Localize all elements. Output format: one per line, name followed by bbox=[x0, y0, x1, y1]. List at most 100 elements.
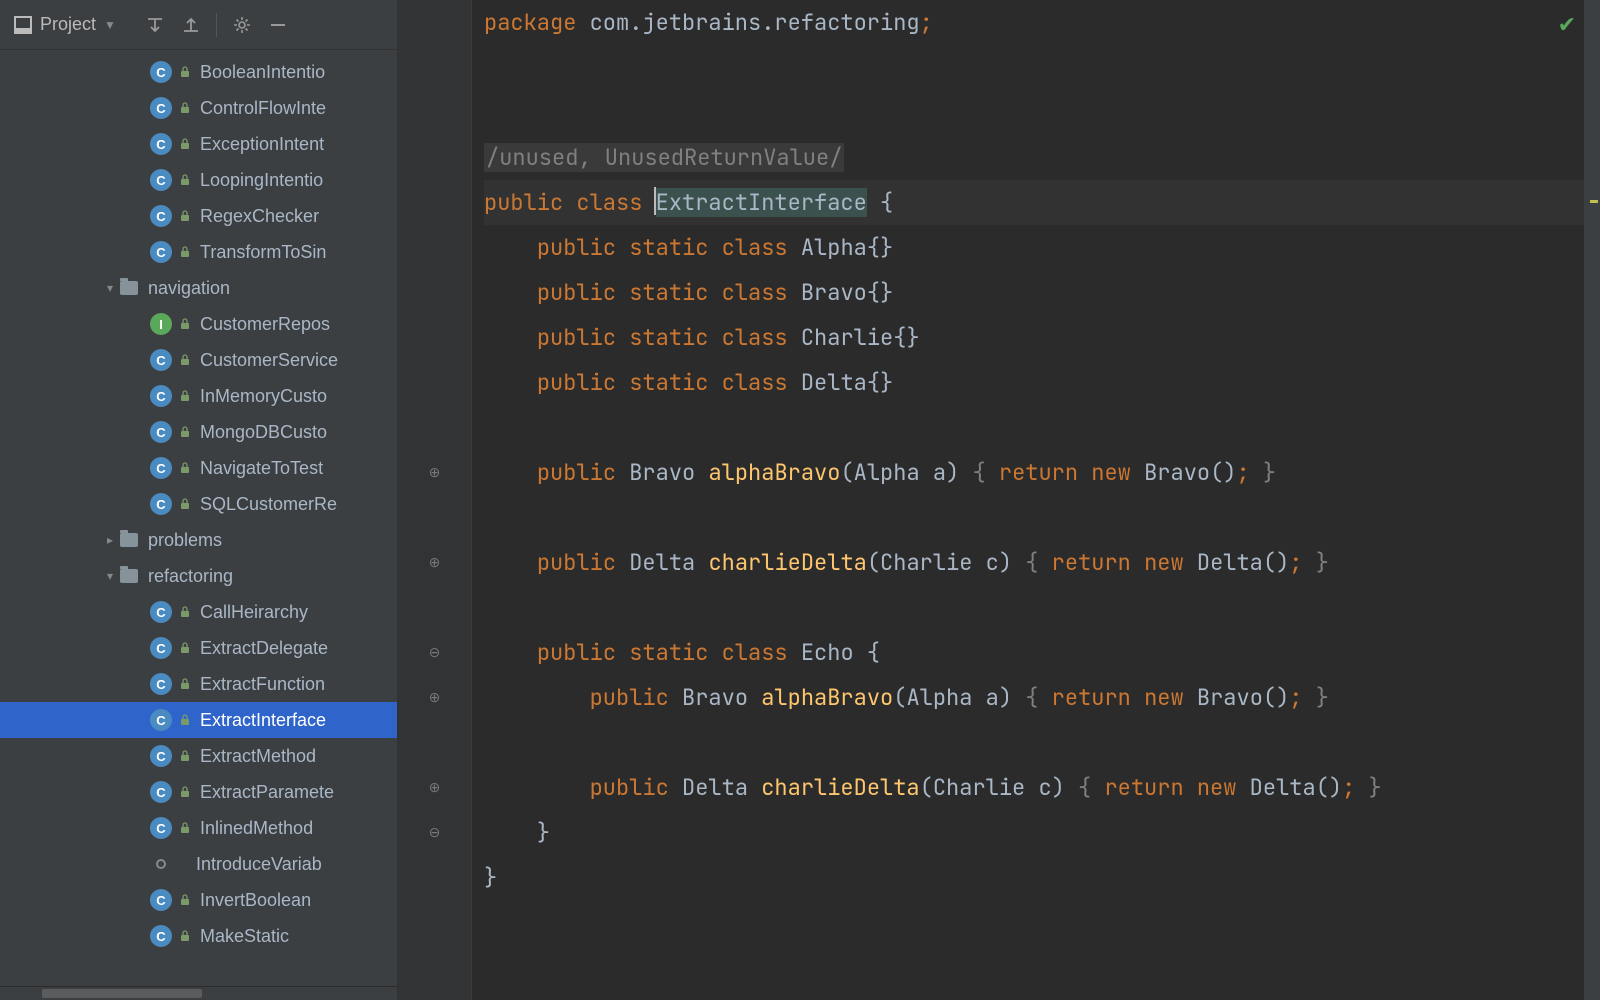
warning-marker-icon bbox=[1590, 200, 1598, 203]
tree-item-invertboolean[interactable]: CInvertBoolean bbox=[0, 882, 397, 918]
project-selector[interactable]: Project ▼ bbox=[8, 10, 122, 39]
code-line[interactable] bbox=[484, 45, 1584, 90]
code-line[interactable]: public Bravo alphaBravo(Alpha a) { retur… bbox=[484, 450, 1584, 495]
code-line[interactable]: public static class Alpha{} bbox=[484, 225, 1584, 270]
lock-icon bbox=[178, 822, 192, 834]
lock-icon bbox=[178, 750, 192, 762]
code-line[interactable]: public Delta charlieDelta(Charlie c) { r… bbox=[484, 540, 1584, 585]
tree-item-refactoring[interactable]: ▾refactoring bbox=[0, 558, 397, 594]
collapse-all-button[interactable] bbox=[176, 10, 206, 40]
tree-item-problems[interactable]: ▸problems bbox=[0, 522, 397, 558]
code-line[interactable] bbox=[484, 405, 1584, 450]
gutter-line: ⊕ bbox=[398, 450, 471, 495]
tree-item-extractparamete[interactable]: CExtractParamete bbox=[0, 774, 397, 810]
field-icon bbox=[156, 859, 166, 869]
class-icon: C bbox=[150, 421, 172, 443]
class-icon: C bbox=[150, 745, 172, 767]
tree-item-label: NavigateToTest bbox=[200, 458, 323, 479]
tree-item-exceptionintent[interactable]: CExceptionIntent bbox=[0, 126, 397, 162]
tree-item-inmemorycusto[interactable]: CInMemoryCusto bbox=[0, 378, 397, 414]
tree-item-navigation[interactable]: ▾navigation bbox=[0, 270, 397, 306]
code-line[interactable]: public class ExtractInterface { bbox=[484, 180, 1584, 225]
gutter-line bbox=[398, 720, 471, 765]
tree-item-regexchecker[interactable]: CRegexChecker bbox=[0, 198, 397, 234]
project-icon bbox=[14, 16, 32, 34]
lock-icon bbox=[178, 426, 192, 438]
code-line[interactable]: public Bravo alphaBravo(Alpha a) { retur… bbox=[484, 675, 1584, 720]
tree-item-navigatetotest[interactable]: C NavigateToTest bbox=[0, 450, 397, 486]
tree-item-controlflowinte[interactable]: CControlFlowInte bbox=[0, 90, 397, 126]
project-tree[interactable]: CBooleanIntentioCControlFlowInteCExcepti… bbox=[0, 50, 397, 986]
gutter-line: ⊕ bbox=[398, 765, 471, 810]
lock-icon bbox=[178, 606, 192, 618]
gutter-line bbox=[398, 495, 471, 540]
tree-item-extractfunction[interactable]: CExtractFunction bbox=[0, 666, 397, 702]
tree-item-loopingintentio[interactable]: CLoopingIntentio bbox=[0, 162, 397, 198]
tree-item-inlinedmethod[interactable]: CInlinedMethod bbox=[0, 810, 397, 846]
tree-item-introducevariab[interactable]: IntroduceVariab bbox=[0, 846, 397, 882]
class-icon: C bbox=[150, 637, 172, 659]
gutter-line bbox=[398, 585, 471, 630]
lock-icon bbox=[178, 498, 192, 510]
code-line[interactable]: /unused, UnusedReturnValue/ bbox=[484, 135, 1584, 180]
tree-item-label: ExtractFunction bbox=[200, 674, 325, 695]
tree-item-customerrepos[interactable]: ICustomerRepos bbox=[0, 306, 397, 342]
tree-item-transformtosin[interactable]: CTransformToSin bbox=[0, 234, 397, 270]
tree-item-customerservice[interactable]: C CustomerService bbox=[0, 342, 397, 378]
lock-icon bbox=[178, 714, 192, 726]
gutter-line bbox=[398, 90, 471, 135]
hide-button[interactable] bbox=[263, 10, 293, 40]
class-icon: C bbox=[150, 781, 172, 803]
code-line[interactable]: public static class Charlie{} bbox=[484, 315, 1584, 360]
code-line[interactable]: package com.jetbrains.refactoring; bbox=[484, 0, 1584, 45]
lock-icon bbox=[178, 210, 192, 222]
folder-icon bbox=[120, 533, 138, 547]
tree-item-sqlcustomerre[interactable]: CSQLCustomerRe bbox=[0, 486, 397, 522]
code-line[interactable]: public static class Echo { bbox=[484, 630, 1584, 675]
code-line[interactable] bbox=[484, 495, 1584, 540]
settings-button[interactable] bbox=[227, 10, 257, 40]
sidebar-toolbar: Project ▼ bbox=[0, 0, 397, 50]
tree-item-extractmethod[interactable]: CExtractMethod bbox=[0, 738, 397, 774]
project-title: Project bbox=[40, 14, 96, 35]
editor-vscrollbar[interactable] bbox=[1584, 0, 1600, 1000]
class-icon: C bbox=[150, 349, 172, 371]
sidebar-hscrollbar[interactable] bbox=[0, 986, 397, 1000]
code-line[interactable] bbox=[484, 585, 1584, 630]
code-line[interactable]: public Delta charlieDelta(Charlie c) { r… bbox=[484, 765, 1584, 810]
code-line[interactable]: public static class Bravo{} bbox=[484, 270, 1584, 315]
tree-item-label: InvertBoolean bbox=[200, 890, 311, 911]
code-editor[interactable]: ⊕⊕⊖⊕⊕⊖ package com.jetbrains.refactoring… bbox=[398, 0, 1600, 1000]
chevron-down-icon: ▼ bbox=[104, 18, 116, 32]
tree-item-extractinterface[interactable]: C ExtractInterface bbox=[0, 702, 397, 738]
gutter-line bbox=[398, 225, 471, 270]
tree-item-makestatic[interactable]: CMakeStatic bbox=[0, 918, 397, 954]
class-icon: C bbox=[150, 205, 172, 227]
tree-item-booleanintentio[interactable]: CBooleanIntentio bbox=[0, 54, 397, 90]
class-icon: C bbox=[150, 457, 172, 479]
class-icon: C bbox=[150, 817, 172, 839]
code-line[interactable]: public static class Delta{} bbox=[484, 360, 1584, 405]
gutter-line bbox=[398, 360, 471, 405]
chevron-down-icon: ▾ bbox=[100, 281, 120, 295]
code-line[interactable] bbox=[484, 720, 1584, 765]
lock-icon bbox=[178, 138, 192, 150]
tree-item-label: CustomerRepos bbox=[200, 314, 330, 335]
gutter-line bbox=[398, 855, 471, 900]
tree-item-callheirarchy[interactable]: CCallHeirarchy bbox=[0, 594, 397, 630]
tree-item-label: ExtractDelegate bbox=[200, 638, 328, 659]
tree-item-label: ExtractInterface bbox=[200, 710, 326, 731]
expand-all-button[interactable] bbox=[140, 10, 170, 40]
class-icon: C bbox=[150, 601, 172, 623]
code-line[interactable]: } bbox=[484, 810, 1584, 855]
tree-item-mongodbcusto[interactable]: CMongoDBCusto bbox=[0, 414, 397, 450]
code-line[interactable] bbox=[484, 90, 1584, 135]
lock-icon bbox=[178, 678, 192, 690]
tree-item-label: ControlFlowInte bbox=[200, 98, 326, 119]
tree-item-extractdelegate[interactable]: C ExtractDelegate bbox=[0, 630, 397, 666]
class-icon: C bbox=[150, 709, 172, 731]
tree-item-label: CustomerService bbox=[200, 350, 338, 371]
code-line[interactable]: } bbox=[484, 855, 1584, 900]
code-area[interactable]: package com.jetbrains.refactoring; /unus… bbox=[472, 0, 1584, 1000]
tree-item-label: LoopingIntentio bbox=[200, 170, 323, 191]
